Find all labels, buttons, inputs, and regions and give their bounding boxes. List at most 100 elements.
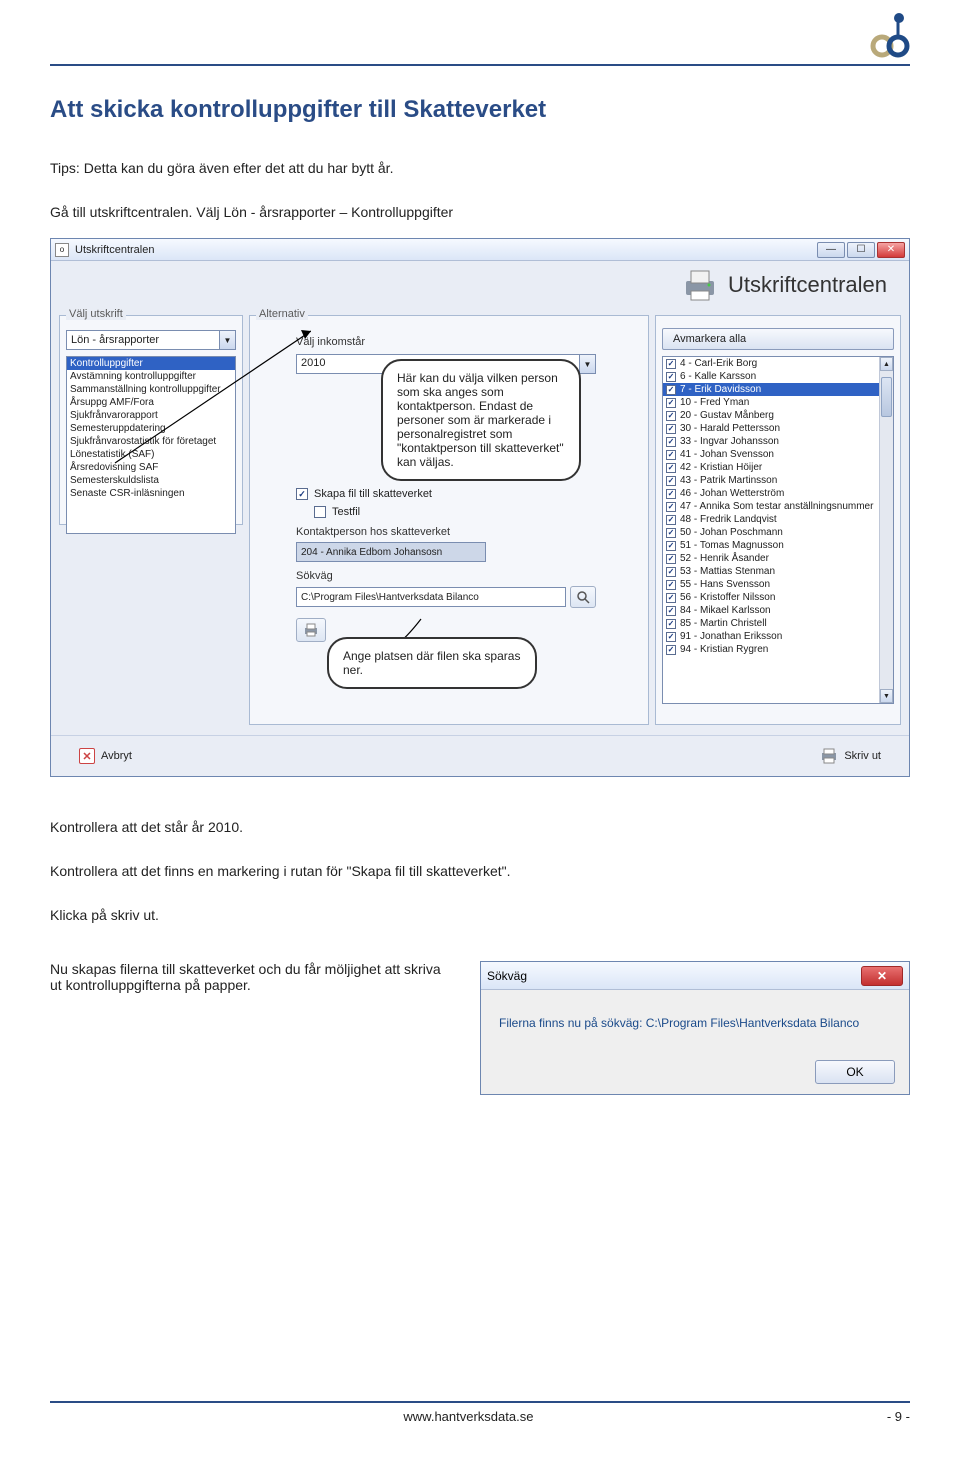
- person-row[interactable]: ✓6 - Kalle Karsson: [663, 370, 879, 383]
- person-checkbox[interactable]: ✓: [666, 580, 676, 590]
- list-item[interactable]: Årsuppg AMF/Fora: [67, 396, 235, 409]
- person-checkbox[interactable]: ✓: [666, 359, 676, 369]
- scroll-up-icon[interactable]: ▲: [880, 357, 893, 371]
- mid-group-label: Alternativ: [256, 308, 308, 320]
- person-row[interactable]: ✓94 - Kristian Rygren: [663, 643, 879, 656]
- person-checkbox[interactable]: ✓: [666, 619, 676, 629]
- app-icon: o: [55, 243, 69, 257]
- cancel-icon: ✕: [79, 748, 95, 764]
- titlebar: o Utskriftcentralen — ☐ ✕: [51, 239, 909, 261]
- list-item[interactable]: Sjukfrånvarorapport: [67, 409, 235, 422]
- person-row[interactable]: ✓20 - Gustav Månberg: [663, 409, 879, 422]
- print-button[interactable]: Skriv ut: [810, 744, 891, 768]
- person-row[interactable]: ✓50 - Johan Poschmann: [663, 526, 879, 539]
- person-row[interactable]: ✓51 - Tomas Magnusson: [663, 539, 879, 552]
- person-row[interactable]: ✓55 - Hans Svensson: [663, 578, 879, 591]
- person-row[interactable]: ✓33 - Ingvar Johansson: [663, 435, 879, 448]
- path-input[interactable]: C:\Program Files\Hantverksdata Bilanco: [296, 587, 566, 607]
- person-row[interactable]: ✓10 - Fred Yman: [663, 396, 879, 409]
- scroll-thumb[interactable]: [881, 377, 892, 417]
- page-heading: Att skicka kontrolluppgifter till Skatte…: [50, 96, 910, 124]
- list-item[interactable]: Senaste CSR-inläsningen: [67, 487, 235, 500]
- person-checkbox[interactable]: ✓: [666, 385, 676, 395]
- left-group-label: Välj utskrift: [66, 308, 126, 320]
- footer-page: - 9 -: [887, 1409, 910, 1424]
- person-row[interactable]: ✓43 - Patrik Martinsson: [663, 474, 879, 487]
- tips-text: Tips: Detta kan du göra även efter det a…: [50, 160, 910, 176]
- person-row[interactable]: ✓4 - Carl-Erik Borg: [663, 357, 879, 370]
- printer-button[interactable]: [296, 618, 326, 642]
- minimize-button[interactable]: —: [817, 242, 845, 258]
- close-button[interactable]: ✕: [877, 242, 905, 258]
- bottom-bar: ✕ Avbryt Skriv ut: [51, 735, 909, 776]
- chevron-down-icon[interactable]: ▼: [219, 331, 235, 349]
- person-row[interactable]: ✓85 - Martin Christell: [663, 617, 879, 630]
- deselect-all-button[interactable]: Avmarkera alla: [662, 328, 894, 350]
- list-item[interactable]: Semesterskuldslista: [67, 474, 235, 487]
- printer-icon: [303, 623, 319, 637]
- printer-icon: [682, 267, 718, 303]
- person-checkbox[interactable]: ✓: [666, 515, 676, 525]
- person-row[interactable]: ✓42 - Kristian Höijer: [663, 461, 879, 474]
- header-logo: [50, 10, 910, 58]
- person-checkbox[interactable]: ✓: [666, 489, 676, 499]
- footer-url: www.hantverksdata.se: [403, 1409, 533, 1424]
- person-checkbox[interactable]: ✓: [666, 437, 676, 447]
- person-checkbox[interactable]: ✓: [666, 567, 676, 577]
- list-item[interactable]: Årsredovisning SAF: [67, 461, 235, 474]
- nav-text: Gå till utskriftcentralen. Välj Lön - år…: [50, 204, 910, 220]
- person-row[interactable]: ✓56 - Kristoffer Nilsson: [663, 591, 879, 604]
- person-row[interactable]: ✓48 - Fredrik Landqvist: [663, 513, 879, 526]
- person-row[interactable]: ✓47 - Annika Som testar anställningsnumm…: [663, 500, 879, 513]
- list-item[interactable]: Semesteruppdatering: [67, 422, 235, 435]
- person-checkbox[interactable]: ✓: [666, 424, 676, 434]
- person-checkbox[interactable]: ✓: [666, 632, 676, 642]
- person-checkbox[interactable]: ✓: [666, 476, 676, 486]
- dialog-ok-button[interactable]: OK: [815, 1060, 895, 1084]
- person-row[interactable]: ✓41 - Johan Svensson: [663, 448, 879, 461]
- window-title: Utskriftcentralen: [75, 244, 154, 256]
- list-item[interactable]: Avstämning kontrolluppgifter: [67, 370, 235, 383]
- person-row[interactable]: ✓84 - Mikael Karlsson: [663, 604, 879, 617]
- person-checkbox[interactable]: ✓: [666, 528, 676, 538]
- person-list[interactable]: ✓4 - Carl-Erik Borg✓6 - Kalle Karsson✓7 …: [662, 356, 894, 704]
- person-row[interactable]: ✓91 - Jonathan Eriksson: [663, 630, 879, 643]
- person-checkbox[interactable]: ✓: [666, 372, 676, 382]
- scroll-down-icon[interactable]: ▼: [880, 689, 893, 703]
- list-item[interactable]: Kontrolluppgifter: [67, 357, 235, 370]
- person-checkbox[interactable]: ✓: [666, 593, 676, 603]
- person-row[interactable]: ✓52 - Henrik Åsander: [663, 552, 879, 565]
- browse-button[interactable]: [570, 586, 596, 608]
- person-checkbox[interactable]: ✓: [666, 541, 676, 551]
- testfile-checkbox[interactable]: [314, 506, 326, 518]
- person-checkbox[interactable]: ✓: [666, 463, 676, 473]
- callout-path: Ange platsen där filen ska sparas ner.: [327, 637, 537, 689]
- create-file-label: Skapa fil till skatteverket: [314, 488, 432, 500]
- list-item[interactable]: Sammanställning kontrolluppgifter: [67, 383, 235, 396]
- scrollbar[interactable]: ▲ ▼: [879, 357, 893, 703]
- report-listbox[interactable]: KontrolluppgifterAvstämning kontrolluppg…: [66, 356, 236, 534]
- person-row[interactable]: ✓53 - Mattias Stenman: [663, 565, 879, 578]
- create-file-checkbox[interactable]: ✓: [296, 488, 308, 500]
- maximize-button[interactable]: ☐: [847, 242, 875, 258]
- app-window: o Utskriftcentralen — ☐ ✕ Utskriftcentra…: [50, 238, 910, 777]
- list-item[interactable]: Sjukfrånvarostatistik för företaget: [67, 435, 235, 448]
- report-combo[interactable]: Lön - årsrapporter ▼: [66, 330, 236, 350]
- person-row[interactable]: ✓46 - Johan Wetterström: [663, 487, 879, 500]
- person-checkbox[interactable]: ✓: [666, 450, 676, 460]
- click-print-text: Klicka på skriv ut.: [50, 907, 910, 923]
- person-checkbox[interactable]: ✓: [666, 554, 676, 564]
- person-row[interactable]: ✓7 - Erik Davidsson: [663, 383, 879, 396]
- list-item[interactable]: Lönestatistik (SAF): [67, 448, 235, 461]
- person-checkbox[interactable]: ✓: [666, 645, 676, 655]
- chevron-down-icon[interactable]: ▼: [579, 355, 595, 373]
- dialog-close-button[interactable]: ✕: [861, 966, 903, 986]
- magnifier-icon: [576, 590, 590, 604]
- person-checkbox[interactable]: ✓: [666, 411, 676, 421]
- contact-input[interactable]: 204 - Annika Edbom Johansosn: [296, 542, 486, 562]
- person-row[interactable]: ✓30 - Harald Pettersson: [663, 422, 879, 435]
- cancel-button[interactable]: ✕ Avbryt: [69, 744, 142, 768]
- person-checkbox[interactable]: ✓: [666, 606, 676, 616]
- person-checkbox[interactable]: ✓: [666, 398, 676, 408]
- person-checkbox[interactable]: ✓: [666, 502, 676, 512]
